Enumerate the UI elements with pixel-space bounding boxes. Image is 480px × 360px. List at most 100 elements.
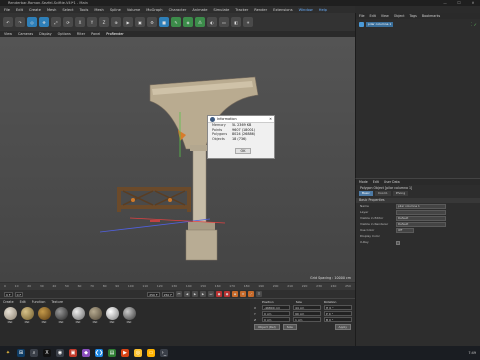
cube-icon[interactable]: ■ xyxy=(159,17,169,27)
app-red-icon[interactable]: ▣ xyxy=(69,349,77,357)
menu-animate[interactable]: Animate xyxy=(192,8,207,12)
terminal-icon[interactable]: ›_ xyxy=(160,349,168,357)
material-swatch[interactable]: Mat xyxy=(88,307,102,324)
rotation-h-field[interactable]: H 0 ° xyxy=(324,305,352,310)
material-swatch[interactable]: Mat xyxy=(54,307,68,324)
record-icon[interactable]: ● xyxy=(216,291,222,297)
go-start-icon[interactable]: ⏮ xyxy=(176,291,182,297)
position-z-field[interactable]: 0 cm xyxy=(262,317,290,322)
rotation-b-field[interactable]: B 0 ° xyxy=(324,317,352,322)
render-picture-icon[interactable]: ▣ xyxy=(135,17,145,27)
tab-basic[interactable]: Basic xyxy=(359,191,373,196)
use-color-select[interactable]: Off xyxy=(396,228,414,233)
key-scale-icon[interactable]: ⤢ xyxy=(248,291,254,297)
play-icon[interactable]: ▶ xyxy=(192,291,198,297)
render-settings-icon[interactable]: ⚙ xyxy=(147,17,157,27)
go-end-icon[interactable]: ⏭ xyxy=(208,291,214,297)
menu-simulate[interactable]: Simulate xyxy=(213,8,229,12)
live-select-icon[interactable]: ◎ xyxy=(27,17,37,27)
array-icon[interactable]: ⁂ xyxy=(195,17,205,27)
om-menu-view[interactable]: View xyxy=(381,13,389,19)
timeline-ruler[interactable]: 0 10 20 30 40 50 60 70 80 90 100 110 120 130 140 150 160… xyxy=(0,283,355,290)
start-frame-field[interactable]: 0 F xyxy=(4,291,13,297)
camera-icon[interactable]: ◧ xyxy=(231,17,241,27)
coordinate-mode-select[interactable]: Object (Rel) xyxy=(254,324,280,330)
move-icon[interactable]: ✥ xyxy=(39,17,49,27)
end-frame-field[interactable]: 250 F xyxy=(147,291,160,297)
om-menu-tags[interactable]: Tags xyxy=(410,13,417,19)
tab-coord[interactable]: Coord. xyxy=(374,191,391,196)
close-button[interactable]: ✕ xyxy=(466,0,480,6)
position-x-field[interactable]: -46800 cm xyxy=(262,305,290,310)
size-x-field[interactable]: 44 cm xyxy=(293,305,321,310)
position-y-field[interactable]: 0 cm xyxy=(262,311,290,316)
viewport[interactable]: Grid Spacing : 10000 cm xyxy=(0,37,355,282)
search-icon[interactable]: ⌕ xyxy=(30,349,38,357)
menu-modes[interactable]: Mesh xyxy=(47,8,56,12)
menu-mograph[interactable]: MoGraph xyxy=(146,8,162,12)
menu-render[interactable]: Render xyxy=(254,8,267,12)
floor-icon[interactable]: ▭ xyxy=(219,17,229,27)
app-orange-icon[interactable]: ▶ xyxy=(121,349,129,357)
prev-key-icon[interactable]: ◀ xyxy=(184,291,190,297)
ok-button[interactable]: OK xyxy=(235,148,251,154)
maximize-button[interactable]: ☐ xyxy=(452,0,466,6)
folder-icon[interactable]: ▭ xyxy=(147,349,155,357)
light-icon[interactable]: ☀ xyxy=(243,17,253,27)
redo-icon[interactable]: ↷ xyxy=(15,17,25,27)
menu-extensions[interactable]: Extensions xyxy=(273,8,293,12)
om-menu-file[interactable]: File xyxy=(359,13,365,19)
material-swatch[interactable]: Mat xyxy=(37,307,51,324)
subdivision-icon[interactable]: ◈ xyxy=(183,17,193,27)
material-swatch[interactable]: Mat xyxy=(71,307,85,324)
render-view-icon[interactable]: ▶ xyxy=(123,17,133,27)
size-z-field[interactable]: 1 cm xyxy=(293,317,321,322)
menu-tools[interactable]: Tools xyxy=(80,8,89,12)
pen-icon[interactable]: ✎ xyxy=(171,17,181,27)
vscode-icon[interactable]: ❮❯ xyxy=(95,349,103,357)
menu-create[interactable]: Create xyxy=(29,8,41,12)
material-swatch[interactable]: Mat xyxy=(3,307,17,324)
keyframe-icon[interactable]: ◆ xyxy=(232,291,238,297)
rotate-icon[interactable]: ⟳ xyxy=(63,17,73,27)
menu-edit[interactable]: Edit xyxy=(16,8,23,12)
menu-volume[interactable]: Volume xyxy=(127,8,140,12)
menu-mesh[interactable]: Mesh xyxy=(94,8,103,12)
material-menu-texture[interactable]: Texture xyxy=(51,299,63,305)
size-y-field[interactable]: 90 cm xyxy=(293,311,321,316)
timeline-options-icon[interactable]: ☰ xyxy=(256,291,262,297)
max-frame-field[interactable]: 250 F xyxy=(161,291,174,297)
menu-window[interactable]: Window xyxy=(299,8,313,12)
menu-character[interactable]: Character xyxy=(169,8,187,12)
coordinate-system-icon[interactable]: ⊕ xyxy=(111,17,121,27)
chrome-icon[interactable]: ◎ xyxy=(134,349,142,357)
axis-x-toggle[interactable]: X xyxy=(75,17,85,27)
material-menu-create[interactable]: Create xyxy=(3,299,14,305)
scale-icon[interactable]: ⤢ xyxy=(51,17,61,27)
current-frame-field[interactable]: 0 F xyxy=(14,291,24,297)
material-swatch[interactable]: Mat xyxy=(122,307,136,324)
rotation-p-field[interactable]: P 0 ° xyxy=(324,311,352,316)
material-menu-edit[interactable]: Edit xyxy=(20,299,26,305)
menu-help[interactable]: Help xyxy=(319,8,327,12)
visible-renderer-select[interactable]: Default xyxy=(396,222,446,227)
undo-icon[interactable]: ↶ xyxy=(3,17,13,27)
visible-editor-select[interactable]: Default xyxy=(396,216,446,221)
om-menu-edit[interactable]: Edit xyxy=(370,13,376,19)
layer-field[interactable] xyxy=(396,210,446,215)
name-field[interactable]: pilar columna 1 xyxy=(396,204,446,209)
minimize-button[interactable]: — xyxy=(438,0,452,6)
sparkle-icon[interactable]: ✦ xyxy=(4,349,12,357)
app-green-icon[interactable]: ▤ xyxy=(108,349,116,357)
deformer-icon[interactable]: ◐ xyxy=(207,17,217,27)
menu-tracker[interactable]: Tracker xyxy=(235,8,248,12)
material-menu-function[interactable]: Function xyxy=(32,299,46,305)
x-app-icon[interactable]: X xyxy=(43,349,51,357)
menu-select[interactable]: Select xyxy=(62,8,73,12)
tab-phong[interactable]: Phong xyxy=(392,191,409,196)
next-key-icon[interactable]: ▶ xyxy=(200,291,206,297)
om-menu-object[interactable]: Object xyxy=(394,13,405,19)
menu-spline[interactable]: Spline xyxy=(110,8,121,12)
om-menu-bookmarks[interactable]: Bookmarks xyxy=(422,13,440,19)
xray-checkbox[interactable] xyxy=(396,240,400,245)
